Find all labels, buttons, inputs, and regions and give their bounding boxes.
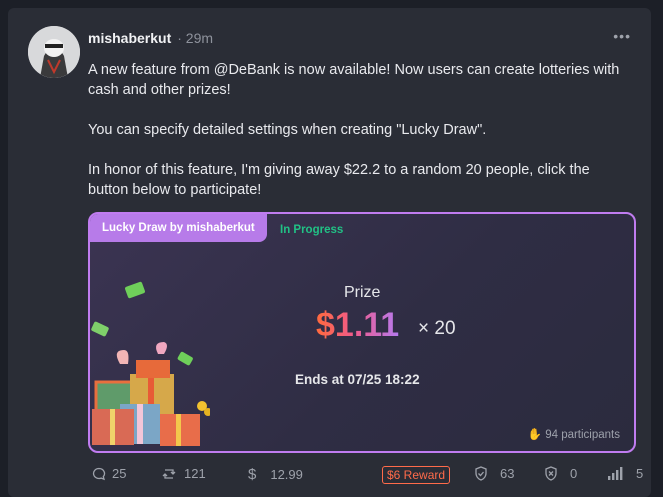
end-time: Ends at 07/25 18:22	[295, 372, 420, 387]
gift-boxes-illustration	[90, 274, 210, 451]
post-paragraph: In honor of this feature, I'm giving awa…	[88, 162, 590, 198]
trust-count: 63	[500, 466, 515, 481]
post-time: · 29m	[177, 30, 214, 46]
signal-bars-icon	[608, 467, 624, 480]
repost-action[interactable]: 121	[162, 466, 206, 481]
status-badge: In Progress	[280, 224, 344, 236]
author-name[interactable]: mishaberkut	[88, 30, 171, 46]
distrust-count: 0	[570, 466, 578, 481]
participants-count: ✋ 94 participants	[528, 427, 620, 441]
author-line: mishaberkut · 29m	[88, 30, 213, 46]
post-paragraph: A new feature from @DeBank is now availa…	[88, 62, 620, 98]
comment-icon	[92, 467, 106, 481]
comment-count: 25	[112, 466, 127, 481]
reward-action[interactable]: $6 Reward	[382, 466, 451, 484]
participants-text: 94 participants	[545, 429, 620, 441]
post-paragraph: You can specify detailed settings when c…	[88, 122, 487, 138]
shield-check-icon	[474, 466, 488, 481]
prize-amount: $1.11	[316, 306, 400, 344]
post-card: mishaberkut · 29m ••• A new feature from …	[8, 8, 651, 497]
dollar-icon: $	[248, 466, 257, 483]
views-action[interactable]: 5	[608, 466, 643, 481]
reward-badge: $6 Reward	[382, 466, 451, 484]
lucky-draw-tag: Lucky Draw by mishaberkut	[90, 214, 267, 242]
distrust-action[interactable]: 0	[544, 466, 577, 481]
trust-action[interactable]: 63	[474, 466, 514, 481]
shield-x-icon	[544, 466, 558, 481]
repost-icon	[162, 467, 178, 481]
post-text: A new feature from @DeBank is now availa…	[88, 60, 628, 220]
prize-multiplier: × 20	[418, 318, 456, 339]
tip-amount: 12.99	[270, 467, 303, 482]
more-options-icon[interactable]: •••	[613, 28, 631, 44]
prize-label: Prize	[344, 284, 381, 301]
tip-action[interactable]: $ 12.99	[248, 466, 303, 483]
views-count: 5	[636, 466, 644, 481]
lucky-draw-card[interactable]: Lucky Draw by mishaberkut In Progress Pr…	[88, 212, 636, 453]
repost-count: 121	[184, 466, 206, 481]
post-actions: 25 121 $ 12.99 $6 Reward 63 0 5	[88, 466, 648, 486]
hand-icon: ✋	[527, 429, 542, 441]
avatar[interactable]	[28, 26, 80, 78]
comment-action[interactable]: 25	[92, 466, 126, 481]
